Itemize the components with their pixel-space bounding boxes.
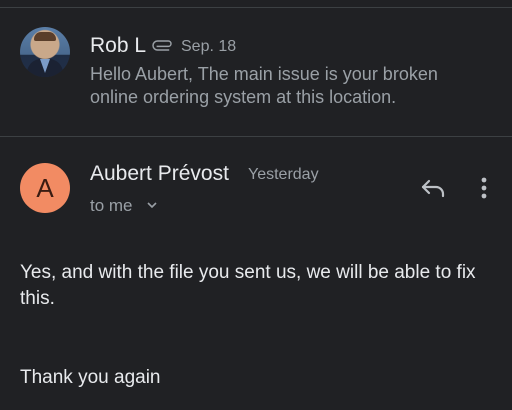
recipient-details-toggle[interactable]: to me <box>90 196 133 216</box>
reply-icon[interactable] <box>418 173 448 203</box>
avatar[interactable] <box>20 27 70 77</box>
sender-name: Rob L <box>90 34 147 57</box>
avatar[interactable]: A <box>20 163 70 213</box>
message-date: Yesterday <box>248 166 319 183</box>
message-snippet: Hello Aubert, The main issue is your bro… <box>90 64 438 107</box>
email-thread: Rob L Sep. 18 Hello Aubert, The main iss… <box>0 0 512 410</box>
divider <box>0 136 512 137</box>
paperclip-icon <box>152 40 172 51</box>
sender-name: Aubert Prévost <box>90 162 229 185</box>
message-body-paragraph: Yes, and with the file you sent us, we w… <box>20 262 476 309</box>
avatar-hair <box>34 32 56 41</box>
message-date: Sep. 18 <box>181 38 237 55</box>
message-body-paragraph: Thank you again <box>20 367 161 388</box>
collapsed-message[interactable]: Rob L Sep. 18 Hello Aubert, The main iss… <box>0 8 512 136</box>
chevron-down-icon[interactable] <box>146 200 158 210</box>
more-vertical-icon[interactable] <box>472 173 496 203</box>
